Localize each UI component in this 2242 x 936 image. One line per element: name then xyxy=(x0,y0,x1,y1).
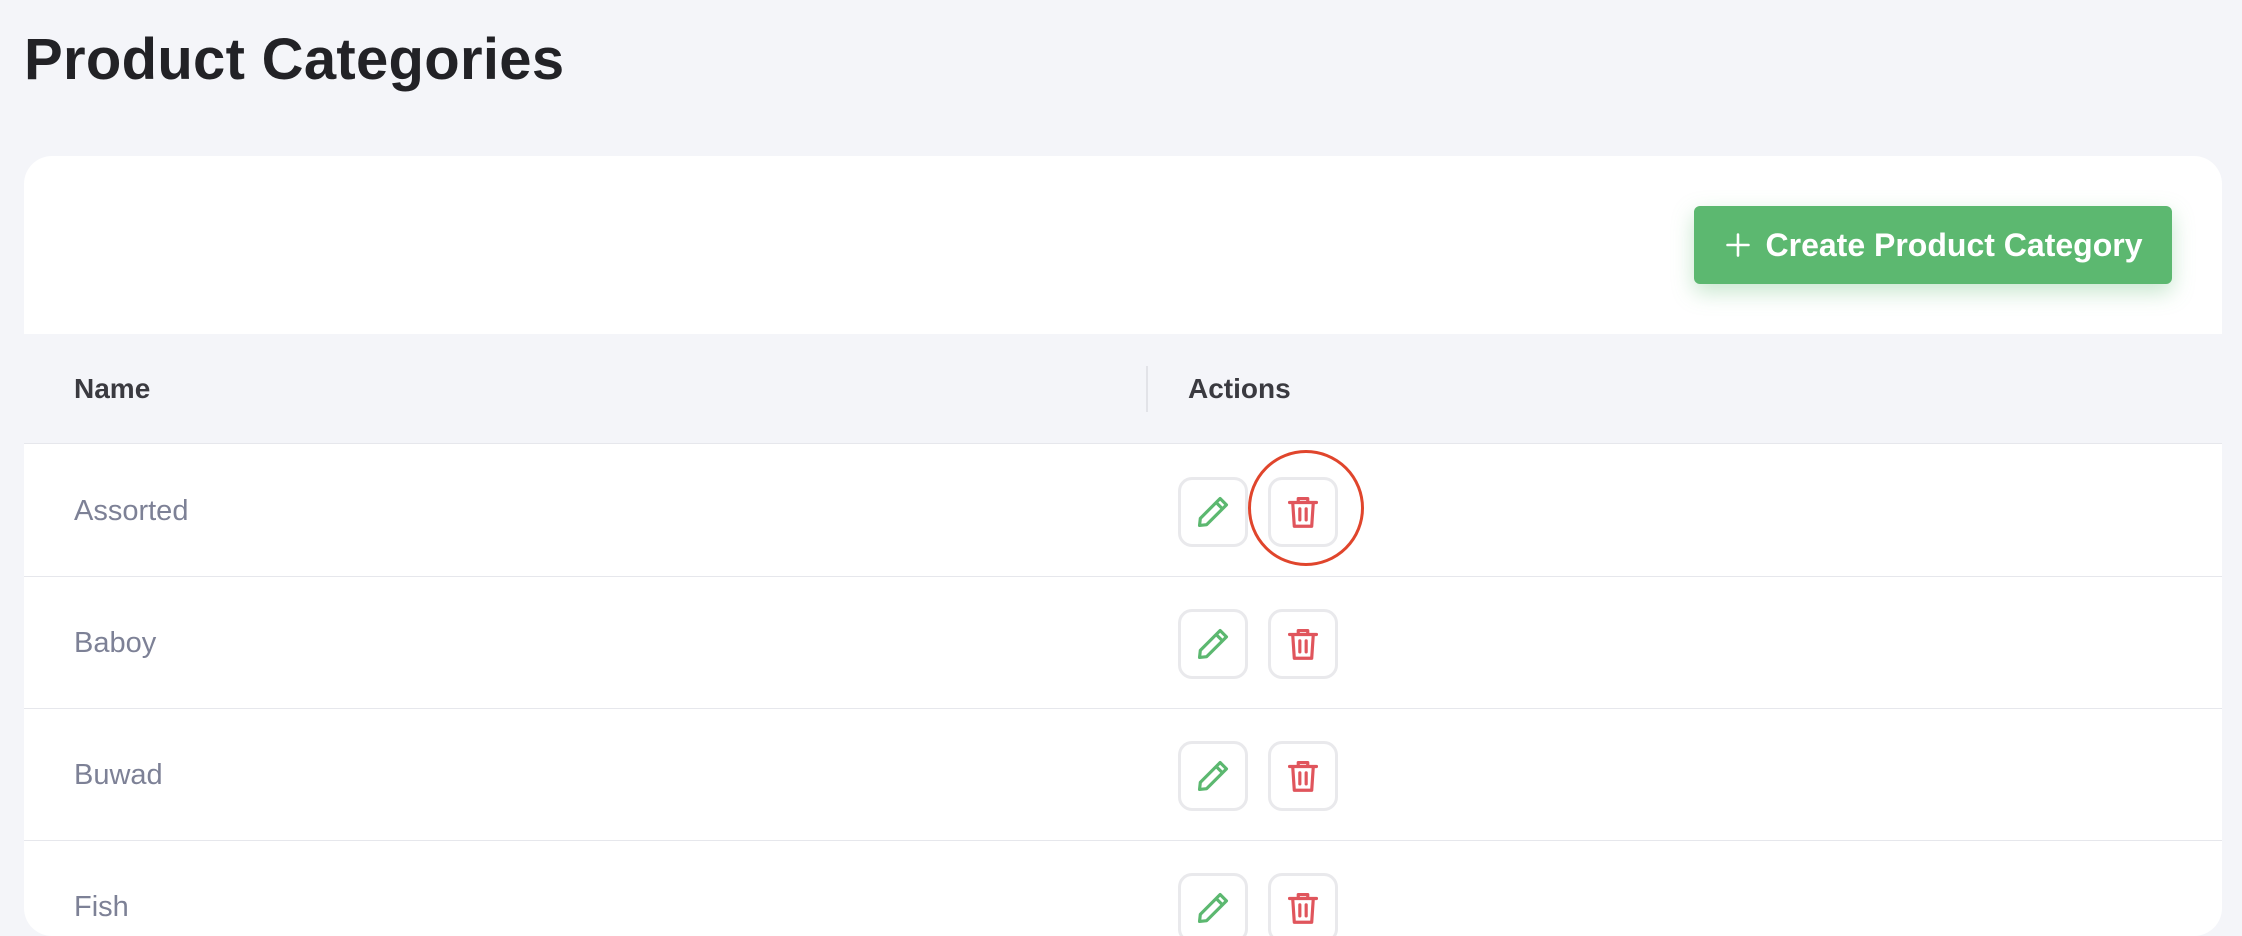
trash-icon xyxy=(1287,628,1319,660)
create-product-category-button[interactable]: Create Product Category xyxy=(1694,206,2172,284)
edit-button[interactable] xyxy=(1178,477,1248,547)
category-name: Buwad xyxy=(74,758,163,791)
trash-icon xyxy=(1287,496,1319,528)
column-divider xyxy=(1146,366,1148,412)
edit-button[interactable] xyxy=(1178,609,1248,679)
pencil-icon xyxy=(1197,760,1229,792)
page-title: Product Categories xyxy=(24,27,565,92)
column-header-actions: Actions xyxy=(1188,373,1291,404)
table-header: Name Actions xyxy=(24,334,2222,444)
table-row: Buwad xyxy=(24,709,2222,841)
table-row: Fish xyxy=(24,841,2222,936)
table-row: Assorted xyxy=(24,445,2222,577)
pencil-icon xyxy=(1197,892,1229,924)
delete-button[interactable] xyxy=(1268,741,1338,811)
plus-icon xyxy=(1725,233,1750,257)
category-name: Assorted xyxy=(74,494,189,527)
create-button-label: Create Product Category xyxy=(1765,226,2143,263)
table-row: Baboy xyxy=(24,577,2222,709)
pencil-icon xyxy=(1197,628,1229,660)
delete-button[interactable] xyxy=(1268,477,1338,547)
delete-button[interactable] xyxy=(1268,873,1338,936)
trash-icon xyxy=(1287,892,1319,924)
edit-button[interactable] xyxy=(1178,873,1248,936)
category-name: Fish xyxy=(74,890,129,923)
trash-icon xyxy=(1287,760,1319,792)
categories-card: Create Product Category Name Actions Ass… xyxy=(24,156,2222,936)
category-name: Baboy xyxy=(74,626,157,659)
pencil-icon xyxy=(1197,496,1229,528)
edit-button[interactable] xyxy=(1178,741,1248,811)
card-toolbar: Create Product Category xyxy=(24,156,2222,334)
delete-button[interactable] xyxy=(1268,609,1338,679)
column-header-name: Name xyxy=(74,373,151,404)
